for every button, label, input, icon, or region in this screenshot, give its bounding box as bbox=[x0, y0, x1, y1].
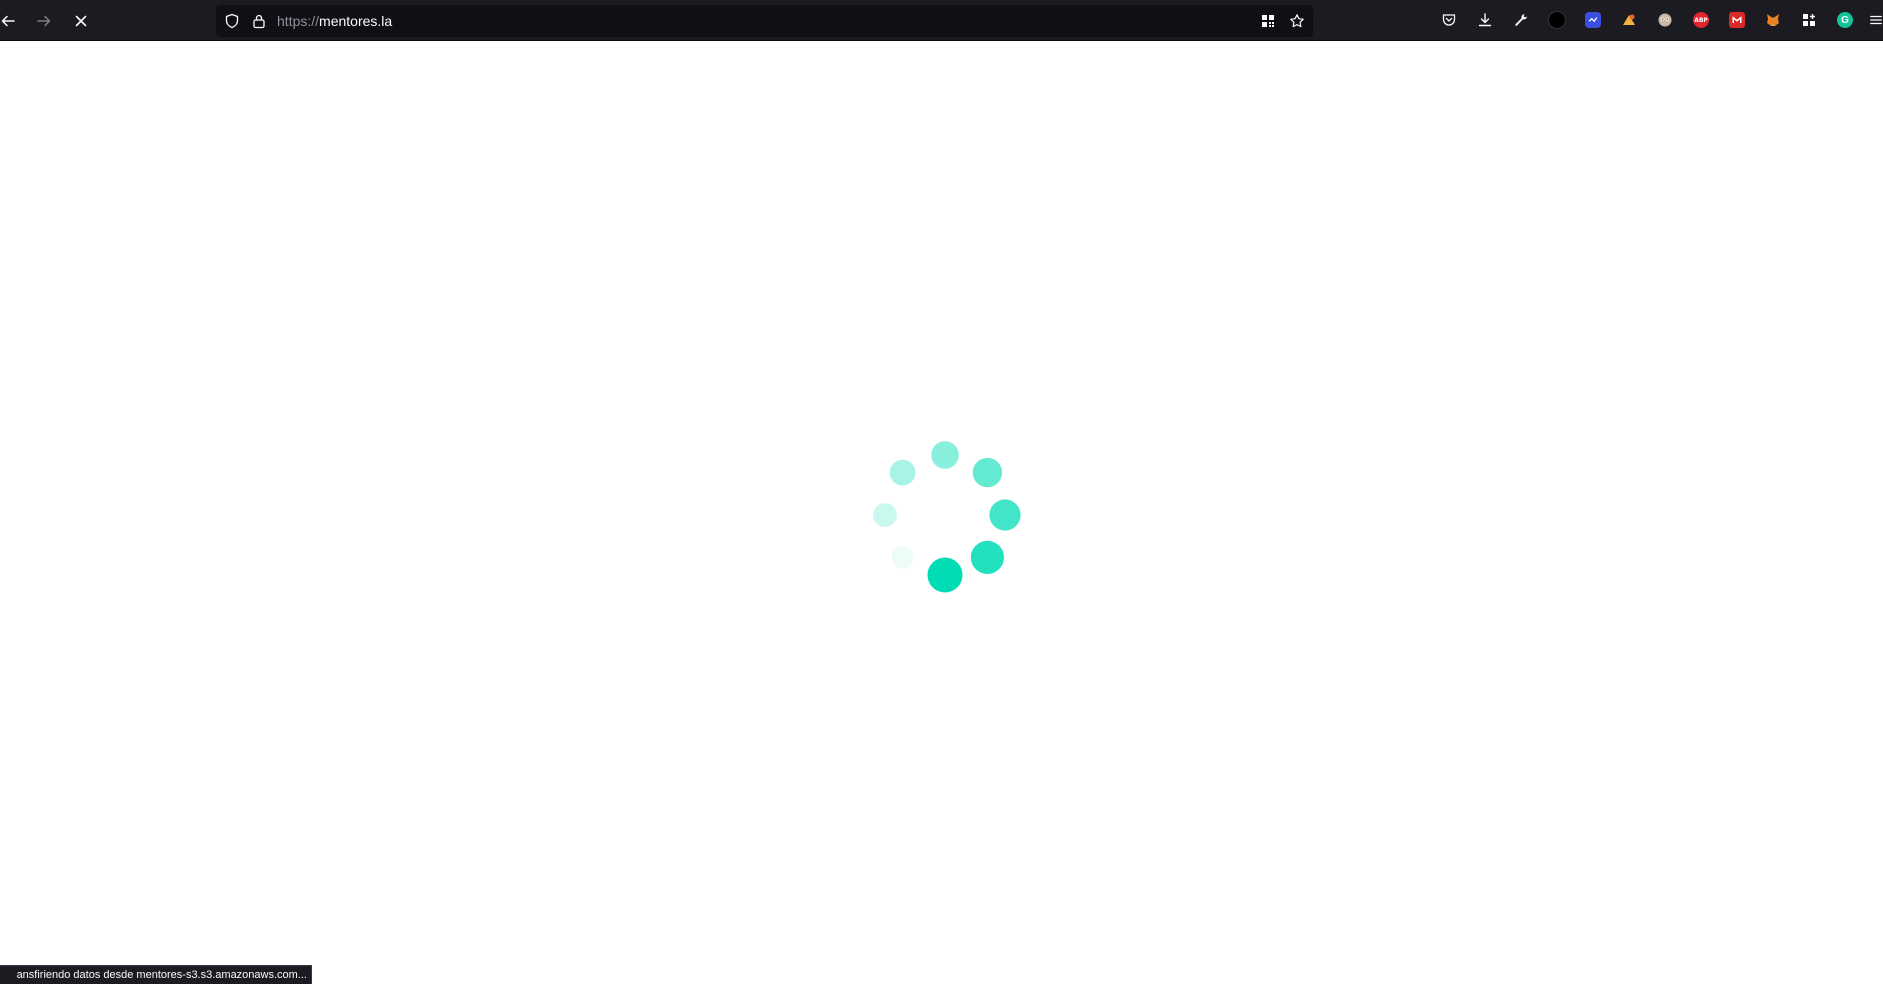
pocket-icon[interactable] bbox=[1439, 10, 1459, 30]
tracking-protection-shield-icon[interactable] bbox=[224, 13, 240, 29]
downloads-icon[interactable] bbox=[1475, 10, 1495, 30]
loading-spinner bbox=[873, 441, 1021, 593]
spinner-dot bbox=[972, 457, 1003, 488]
stop-loading-icon bbox=[75, 15, 87, 27]
url-scheme: https:// bbox=[277, 13, 320, 29]
extensions-grid-icon[interactable] bbox=[1799, 10, 1819, 30]
spinner-dots bbox=[873, 441, 1021, 593]
forward-arrow-icon bbox=[37, 15, 51, 27]
browser-toolbar: https://mentores.la ABP G bbox=[0, 0, 1883, 41]
back-button[interactable] bbox=[0, 9, 20, 33]
menu-hamburger-icon[interactable] bbox=[1869, 10, 1883, 30]
spinner-dot bbox=[889, 459, 916, 486]
extension-red-icon[interactable] bbox=[1727, 10, 1747, 30]
spinner-dot bbox=[927, 557, 963, 593]
url-host: mentores.la bbox=[319, 13, 393, 29]
status-panel: ansfiriendo datos desde mentores-s3.s3.a… bbox=[0, 965, 312, 984]
spinner-dot bbox=[970, 540, 1005, 574]
forward-button[interactable] bbox=[32, 9, 56, 33]
developer-tools-wrench-icon[interactable] bbox=[1511, 10, 1531, 30]
page-content bbox=[0, 41, 1883, 984]
extension-face-icon[interactable] bbox=[1655, 10, 1675, 30]
stop-loading-button[interactable] bbox=[69, 9, 93, 33]
extension-black-circle-icon[interactable] bbox=[1547, 10, 1567, 30]
back-arrow-icon bbox=[1, 15, 15, 27]
metamask-fox-icon[interactable] bbox=[1763, 10, 1783, 30]
spinner-dot bbox=[989, 499, 1021, 531]
grammarly-icon[interactable]: G bbox=[1835, 10, 1855, 30]
extension-yellow-icon[interactable] bbox=[1619, 10, 1639, 30]
spinner-dot bbox=[873, 503, 897, 527]
spinner-dot bbox=[891, 546, 914, 569]
adblock-plus-icon[interactable]: ABP bbox=[1691, 10, 1711, 30]
url-bar[interactable]: https://mentores.la bbox=[216, 5, 1313, 37]
status-text: ansfiriendo datos desde mentores-s3.s3.a… bbox=[16, 969, 307, 981]
qr-code-icon[interactable] bbox=[1260, 13, 1276, 29]
lock-icon[interactable] bbox=[251, 13, 267, 29]
extension-blue-icon[interactable] bbox=[1583, 10, 1603, 30]
bookmark-star-icon[interactable] bbox=[1289, 13, 1305, 29]
spinner-dot bbox=[931, 441, 959, 469]
url-text[interactable]: https://mentores.la bbox=[277, 12, 392, 30]
